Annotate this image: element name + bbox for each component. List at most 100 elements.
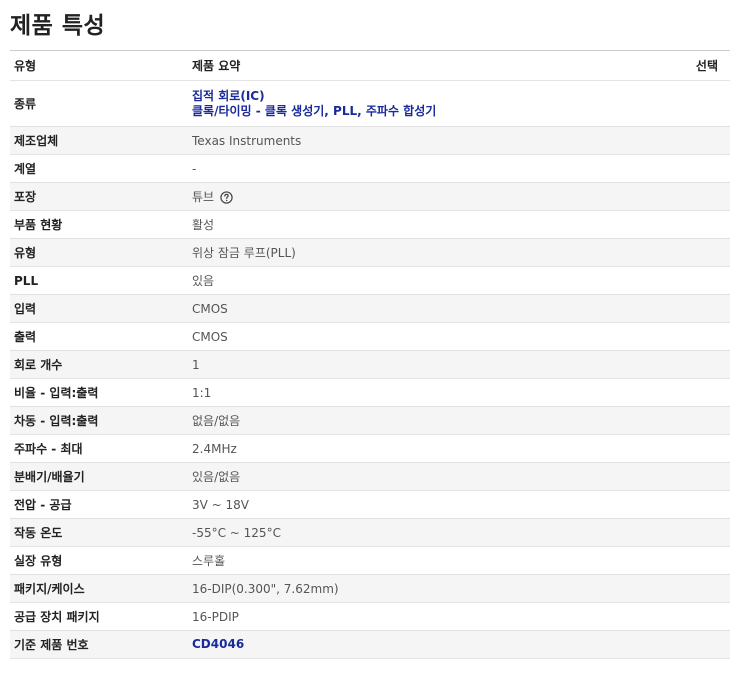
table-row: 입력 CMOS <box>10 294 730 323</box>
select-cell <box>662 575 730 603</box>
attribute-label: 부품 현황 <box>14 218 63 232</box>
attribute-value-cell: CD4046 <box>188 631 662 659</box>
attribute-label: 공급 장치 패키지 <box>14 610 100 624</box>
attribute-value-cell: 있음 <box>188 267 662 295</box>
attribute-value-cell: 없음/없음 <box>188 407 662 435</box>
select-cell <box>662 127 730 155</box>
table-row: 차동 - 입력:출력 없음/없음 <box>10 406 730 435</box>
attribute-value-cell: 3V ~ 18V <box>188 491 662 519</box>
attribute-value: 스루홀 <box>192 554 226 568</box>
attribute-label: 종류 <box>14 97 37 111</box>
attribute-value-cell: 1:1 <box>188 379 662 407</box>
attribute-label: 포장 <box>14 190 37 204</box>
table-row: 실장 유형 스루홀 <box>10 546 730 575</box>
table-header-row: 유형 제품 요약 선택 <box>10 50 730 81</box>
attribute-value-cell: 위상 잠금 루프(PLL) <box>188 239 662 267</box>
table-row: 포장 튜브 <box>10 182 730 211</box>
attribute-label: 출력 <box>14 330 37 344</box>
select-cell <box>662 239 730 267</box>
attribute-label: 회로 개수 <box>14 358 63 372</box>
attribute-value: 1:1 <box>192 385 212 400</box>
table-row: 공급 장치 패키지 16-PDIP <box>10 602 730 631</box>
attribute-value: 1 <box>192 357 200 372</box>
attribute-label: 실장 유형 <box>14 554 63 568</box>
attribute-value: CMOS <box>192 301 228 316</box>
attribute-value-cell: 1 <box>188 351 662 379</box>
header-summary: 제품 요약 <box>192 59 241 73</box>
table-row: 비율 - 입력:출력 1:1 <box>10 378 730 407</box>
select-cell <box>662 631 730 659</box>
table-row: 출력 CMOS <box>10 322 730 351</box>
select-cell <box>662 323 730 351</box>
attribute-value: 16-DIP(0.300", 7.62mm) <box>192 581 339 596</box>
select-cell <box>662 463 730 491</box>
select-cell <box>662 379 730 407</box>
select-cell <box>662 407 730 435</box>
attributes-body: 종류 집적 회로(IC) 클록/타이밍 - 클록 생성기, PLL, 주파수 합성기… <box>10 80 730 659</box>
attribute-value-cell: Texas Instruments <box>188 127 662 155</box>
select-cell <box>662 211 730 239</box>
attribute-value: 활성 <box>192 218 215 232</box>
attribute-label: 계열 <box>14 162 37 176</box>
table-row: 전압 - 공급 3V ~ 18V <box>10 490 730 519</box>
attribute-label: PLL <box>14 273 39 288</box>
table-row: 제조업체 Texas Instruments <box>10 126 730 155</box>
attribute-value-cell: 집적 회로(IC) 클록/타이밍 - 클록 생성기, PLL, 주파수 합성기 <box>188 81 662 127</box>
select-cell <box>662 603 730 631</box>
attribute-label: 비율 - 입력:출력 <box>14 386 99 400</box>
table-row: PLL 있음 <box>10 266 730 295</box>
attribute-label: 입력 <box>14 302 37 316</box>
select-cell <box>662 435 730 463</box>
attribute-label: 주파수 - 최대 <box>14 442 83 456</box>
table-row: 부품 현황 활성 <box>10 210 730 239</box>
attribute-label: 전압 - 공급 <box>14 498 72 512</box>
attribute-value-cell: 16-DIP(0.300", 7.62mm) <box>188 575 662 603</box>
attribute-value-cell: 2.4MHz <box>188 435 662 463</box>
attribute-value: 튜브 <box>192 190 215 204</box>
attribute-label: 작동 온도 <box>14 526 63 540</box>
header-type: 유형 <box>14 59 37 73</box>
table-row: 종류 집적 회로(IC) 클록/타이밍 - 클록 생성기, PLL, 주파수 합성기 <box>10 80 730 127</box>
select-cell <box>662 547 730 575</box>
attribute-value-cell: 스루홀 <box>188 547 662 575</box>
attribute-value: 있음 <box>192 274 215 288</box>
select-cell <box>662 519 730 547</box>
attribute-label: 차동 - 입력:출력 <box>14 414 99 428</box>
select-cell <box>662 295 730 323</box>
page-title: 제품 특성 <box>10 13 106 39</box>
attribute-label: 패키지/케이스 <box>14 582 85 596</box>
attribute-value: 2.4MHz <box>192 441 237 456</box>
attribute-value-cell: 있음/없음 <box>188 463 662 491</box>
base-part-number-link[interactable]: CD4046 <box>192 637 658 652</box>
product-attributes-page: 제품 특성 유형 제품 요약 선택 종류 집적 회로(IC) 클록/타이밍 - 클록… <box>0 0 730 691</box>
attribute-value-cell: -55°C ~ 125°C <box>188 519 662 547</box>
attribute-value-cell: - <box>188 155 662 183</box>
select-cell <box>662 155 730 183</box>
table-row: 계열 - <box>10 154 730 183</box>
attribute-value: - <box>192 161 197 176</box>
attribute-value: -55°C ~ 125°C <box>192 525 281 540</box>
attribute-value-cell: CMOS <box>188 295 662 323</box>
table-row: 회로 개수 1 <box>10 350 730 379</box>
table-row: 주파수 - 최대 2.4MHz <box>10 434 730 463</box>
table-row: 분배기/배율기 있음/없음 <box>10 462 730 491</box>
select-cell <box>662 81 730 127</box>
attribute-label: 유형 <box>14 246 37 260</box>
category-link[interactable]: 집적 회로(IC) <box>192 89 658 104</box>
attribute-value: 위상 잠금 루프(PLL) <box>192 246 296 260</box>
table-row: 유형 위상 잠금 루프(PLL) <box>10 238 730 267</box>
attribute-value-cell: 튜브 <box>188 183 662 211</box>
attribute-value: 없음/없음 <box>192 414 241 428</box>
select-cell <box>662 183 730 211</box>
attribute-label: 제조업체 <box>14 134 59 148</box>
header-select: 선택 <box>695 59 718 73</box>
select-cell <box>662 267 730 295</box>
attribute-value: 16-PDIP <box>192 609 239 624</box>
attribute-value-cell: 16-PDIP <box>188 603 662 631</box>
help-circle-icon[interactable] <box>220 191 233 204</box>
table-row: 작동 온도 -55°C ~ 125°C <box>10 518 730 547</box>
attribute-label: 분배기/배율기 <box>14 470 85 484</box>
category-link[interactable]: 클록/타이밍 - 클록 생성기, PLL, 주파수 합성기 <box>192 104 658 119</box>
table-row: 기준 제품 번호 CD4046 <box>10 630 730 659</box>
attribute-value: 3V ~ 18V <box>192 497 250 512</box>
